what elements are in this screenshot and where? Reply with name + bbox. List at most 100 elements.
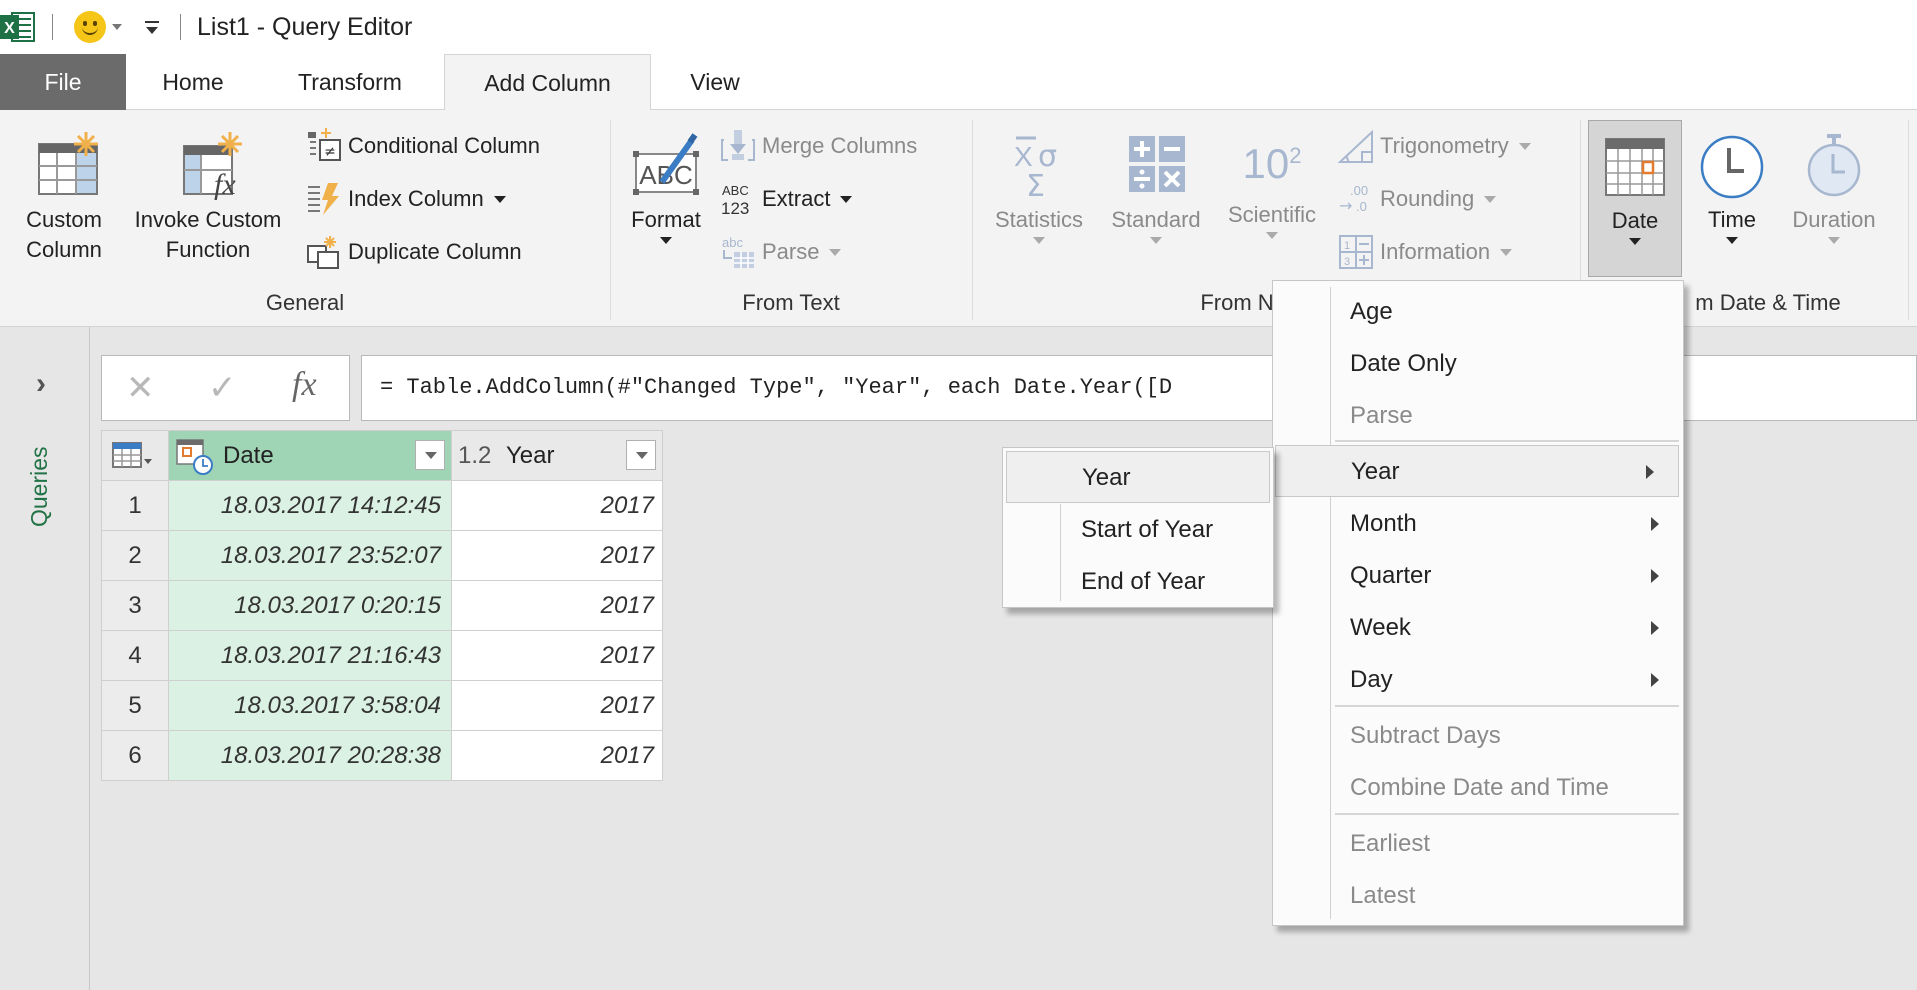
- row-number[interactable]: 3: [101, 580, 169, 631]
- smiley-dropdown-icon[interactable]: [112, 24, 122, 30]
- filter-dropdown-year[interactable]: [626, 440, 656, 470]
- menu-item-date-only[interactable]: Date Only: [1273, 338, 1683, 390]
- row-number[interactable]: 2: [101, 530, 169, 581]
- menu-item-age[interactable]: Age: [1273, 286, 1683, 338]
- menu-item-earliest[interactable]: Earliest: [1273, 818, 1683, 870]
- standard-dropdown-icon: [1150, 237, 1162, 244]
- scientific-button[interactable]: 102 Scientific: [1218, 118, 1326, 239]
- parse-dropdown-icon[interactable]: [829, 248, 842, 256]
- rounding-dropdown-icon[interactable]: [1484, 195, 1497, 203]
- submenu-item-end-of-year[interactable]: End of Year: [1003, 556, 1273, 608]
- menu-item-combine-date-and-time[interactable]: Combine Date and Time: [1273, 762, 1683, 814]
- menu-item-label: Combine Date and Time: [1350, 774, 1609, 801]
- menu-item-quarter[interactable]: Quarter: [1273, 550, 1683, 602]
- cancel-formula-icon[interactable]: ✕: [126, 368, 155, 408]
- cell-year[interactable]: 2017: [451, 680, 663, 731]
- time-dropdown-icon: [1726, 237, 1738, 244]
- date-dropdown-menu: Age Date Only Parse Year Month Quarter W…: [1272, 280, 1684, 926]
- duration-dropdown-icon: [1828, 237, 1840, 244]
- submenu-item-start-of-year[interactable]: Start of Year: [1003, 504, 1273, 556]
- menu-item-week[interactable]: Week: [1273, 602, 1683, 654]
- time-button[interactable]: Time: [1692, 118, 1772, 244]
- cell-date[interactable]: 18.03.2017 23:52:07: [168, 530, 452, 581]
- menu-item-day[interactable]: Day: [1273, 654, 1683, 706]
- statistics-button[interactable]: X σ Σ Statistics: [986, 118, 1092, 244]
- menu-item-label: Age: [1350, 298, 1393, 325]
- table-row: 2 18.03.2017 23:52:07 2017: [101, 530, 663, 581]
- excel-icon[interactable]: X: [0, 10, 36, 44]
- svg-text:abc: abc: [722, 235, 743, 250]
- cell-year[interactable]: 2017: [451, 480, 663, 531]
- tab-view[interactable]: View: [680, 54, 750, 110]
- cell-date[interactable]: 18.03.2017 14:12:45: [168, 480, 452, 531]
- row-number[interactable]: 1: [101, 480, 169, 531]
- merge-columns-button[interactable]: Merge Columns: [720, 126, 917, 166]
- cell-year[interactable]: 2017: [451, 580, 663, 631]
- submenu-item-year[interactable]: Year: [1006, 451, 1270, 503]
- cell-year[interactable]: 2017: [451, 730, 663, 781]
- fx-icon[interactable]: fx: [292, 366, 317, 404]
- group-label-from-date-time: m Date & Time: [1695, 290, 1841, 315]
- invoke-custom-function-button[interactable]: fx Invoke Custom Function: [120, 118, 296, 265]
- menu-item-parse[interactable]: Parse: [1273, 390, 1683, 442]
- scientific-label: Scientific: [1227, 202, 1317, 227]
- custom-column-button[interactable]: Custom Column: [12, 118, 116, 265]
- information-button[interactable]: 1 3 Information: [1338, 232, 1513, 272]
- svg-text:X: X: [1014, 141, 1033, 172]
- cell-date[interactable]: 18.03.2017 3:58:04: [168, 680, 452, 731]
- rounding-button[interactable]: .00 → .0 Rounding: [1338, 179, 1497, 219]
- smiley-feedback-icon[interactable]: [74, 11, 106, 43]
- submenu-arrow-icon: [1651, 517, 1659, 531]
- queries-pane-label[interactable]: Queries: [26, 446, 53, 527]
- clock-icon: [1700, 135, 1764, 199]
- parse-label: Parse: [762, 239, 820, 264]
- standard-button[interactable]: Standard: [1100, 118, 1212, 244]
- commit-formula-icon[interactable]: ✓: [208, 368, 237, 408]
- cell-date[interactable]: 18.03.2017 20:28:38: [168, 730, 452, 781]
- statistics-sigma-icon: X σ Σ: [1014, 136, 1057, 204]
- conditional-column-button[interactable]: ≠ Conditional Column: [306, 126, 540, 166]
- tab-add-column[interactable]: Add Column: [444, 54, 651, 111]
- row-number[interactable]: 5: [101, 680, 169, 731]
- format-button[interactable]: ABC Format: [622, 118, 710, 244]
- extract-button[interactable]: ABC 123 Extract: [720, 179, 853, 219]
- tab-home[interactable]: Home: [147, 54, 239, 110]
- table-menu-button[interactable]: [101, 430, 169, 481]
- queries-pane: › Queries: [0, 327, 90, 990]
- column-header-date[interactable]: Date: [168, 430, 452, 481]
- table-row: 5 18.03.2017 3:58:04 2017: [101, 680, 663, 731]
- row-number[interactable]: 4: [101, 630, 169, 681]
- menu-item-month[interactable]: Month: [1273, 498, 1683, 550]
- tab-file[interactable]: File: [0, 54, 126, 110]
- custom-column-label-1: Custom: [26, 207, 102, 232]
- table-grid-icon: [112, 441, 152, 468]
- tab-transform[interactable]: Transform: [280, 54, 420, 110]
- parse-button[interactable]: abc Parse: [720, 232, 842, 272]
- cell-year[interactable]: 2017: [451, 630, 663, 681]
- table-row: 4 18.03.2017 21:16:43 2017: [101, 630, 663, 681]
- customize-qat-icon[interactable]: [145, 18, 159, 36]
- group-label-from-text: From Text: [742, 290, 840, 315]
- trigonometry-button[interactable]: Trigonometry: [1338, 126, 1531, 166]
- cell-date[interactable]: 18.03.2017 0:20:15: [168, 580, 452, 631]
- menu-item-subtract-days[interactable]: Subtract Days: [1273, 710, 1683, 762]
- menu-item-year[interactable]: Year: [1275, 445, 1679, 497]
- index-column-dropdown-icon[interactable]: [493, 195, 506, 203]
- index-column-button[interactable]: Index Column: [306, 179, 506, 219]
- parse-icon: abc: [722, 235, 754, 268]
- information-dropdown-icon[interactable]: [1500, 248, 1513, 256]
- duplicate-column-button[interactable]: Duplicate Column: [306, 232, 522, 272]
- trigonometry-dropdown-icon[interactable]: [1518, 142, 1531, 150]
- extract-dropdown-icon[interactable]: [840, 195, 853, 203]
- column-header-year[interactable]: 1.2 Year: [451, 430, 663, 481]
- filter-dropdown-date[interactable]: [415, 440, 445, 470]
- date-button[interactable]: Date: [1588, 120, 1682, 277]
- row-number[interactable]: 6: [101, 730, 169, 781]
- data-grid: Date 1.2 Year 1 18.03.2017 14:12:45 2017…: [101, 430, 663, 781]
- cell-year[interactable]: 2017: [451, 530, 663, 581]
- chevron-right-icon[interactable]: ›: [36, 367, 46, 401]
- duration-button[interactable]: Duration: [1778, 118, 1890, 244]
- menu-item-latest[interactable]: Latest: [1273, 870, 1683, 922]
- cell-date[interactable]: 18.03.2017 21:16:43: [168, 630, 452, 681]
- scientific-power-icon: 102: [1218, 118, 1326, 200]
